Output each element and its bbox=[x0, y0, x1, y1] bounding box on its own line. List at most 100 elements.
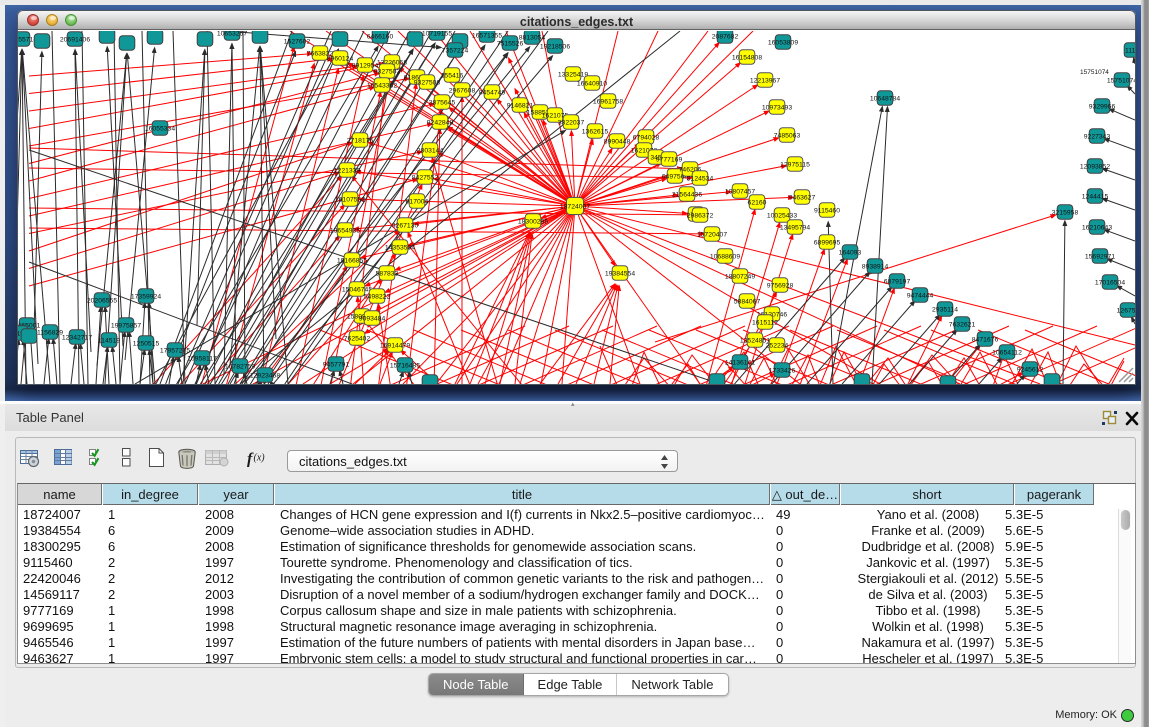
svg-text:5884067: 5884067 bbox=[734, 298, 761, 305]
svg-text:19384554: 19384554 bbox=[605, 270, 635, 277]
svg-text:17359924: 17359924 bbox=[131, 293, 161, 300]
svg-text:19218506: 19218506 bbox=[540, 43, 570, 50]
svg-text:8427552: 8427552 bbox=[412, 174, 439, 181]
svg-text:12975115: 12975115 bbox=[780, 161, 810, 168]
svg-text:8990448: 8990448 bbox=[604, 138, 631, 145]
svg-text:10807457: 10807457 bbox=[725, 188, 755, 195]
svg-text:18300295: 18300295 bbox=[518, 218, 548, 225]
svg-text:18807249: 18807249 bbox=[725, 273, 755, 280]
svg-text:1362615: 1362615 bbox=[582, 128, 609, 135]
svg-text:12213967: 12213967 bbox=[750, 77, 780, 84]
svg-text:16053809: 16053809 bbox=[768, 39, 798, 46]
svg-text:15716485: 15716485 bbox=[390, 362, 420, 369]
svg-text:155416: 155416 bbox=[441, 72, 464, 79]
svg-text:2087682: 2087682 bbox=[712, 33, 739, 40]
svg-text:9463627: 9463627 bbox=[789, 194, 816, 201]
svg-text:16154808: 16154808 bbox=[732, 54, 762, 61]
svg-text:16210643: 16210643 bbox=[1082, 224, 1112, 231]
svg-text:3267130: 3267130 bbox=[392, 222, 419, 229]
svg-text:9329966: 9329966 bbox=[1089, 103, 1116, 110]
svg-text:15720407: 15720407 bbox=[697, 231, 727, 238]
svg-text:9327503: 9327503 bbox=[374, 68, 401, 75]
svg-text:5498222: 5498222 bbox=[364, 293, 391, 300]
svg-text:16914479: 16914479 bbox=[380, 342, 410, 349]
svg-text:3822037: 3822037 bbox=[558, 119, 585, 126]
svg-text:19975857: 19975857 bbox=[111, 322, 141, 329]
svg-text:3124534: 3124534 bbox=[687, 175, 714, 182]
svg-text:8960124: 8960124 bbox=[327, 55, 354, 62]
svg-text:9245612: 9245612 bbox=[1017, 366, 1044, 373]
svg-text:20691406: 20691406 bbox=[60, 36, 90, 43]
svg-text:10973493: 10973493 bbox=[762, 104, 792, 111]
svg-text:6899695: 6899695 bbox=[814, 239, 841, 246]
svg-text:16107552: 16107552 bbox=[335, 196, 365, 203]
svg-text:2935114: 2935114 bbox=[932, 306, 958, 313]
svg-text:14353594: 14353594 bbox=[385, 244, 415, 251]
svg-text:10648784: 10648784 bbox=[870, 95, 900, 102]
svg-text:19166855: 19166855 bbox=[337, 257, 367, 264]
svg-text:10958117: 10958117 bbox=[187, 355, 217, 362]
svg-text:2718176: 2718176 bbox=[347, 137, 374, 144]
svg-text:12923468: 12923468 bbox=[250, 372, 280, 379]
svg-text:7625402: 7625402 bbox=[344, 335, 371, 342]
svg-text:12093852: 12093852 bbox=[1080, 163, 1110, 170]
svg-text:16055334: 16055334 bbox=[145, 125, 175, 132]
svg-text:6794028: 6794028 bbox=[633, 134, 660, 141]
svg-text:15751074: 15751074 bbox=[1107, 77, 1135, 84]
svg-text:252234: 252234 bbox=[766, 342, 789, 349]
svg-text:20206555: 20206555 bbox=[87, 297, 117, 304]
svg-text:1615112: 1615112 bbox=[752, 319, 778, 326]
svg-text:9227343: 9227343 bbox=[1084, 133, 1111, 140]
svg-text:17016504: 17016504 bbox=[1095, 279, 1125, 286]
svg-text:8454749: 8454749 bbox=[479, 89, 506, 96]
svg-text:9242848: 9242848 bbox=[427, 119, 454, 126]
svg-text:16961758: 16961758 bbox=[593, 98, 623, 105]
svg-text:9146821: 9146821 bbox=[507, 102, 534, 109]
svg-text:126753: 126753 bbox=[1117, 307, 1135, 314]
svg-text:7515526: 7515526 bbox=[497, 40, 524, 47]
svg-text:13495794: 13495794 bbox=[780, 224, 810, 231]
svg-text:1221339: 1221339 bbox=[334, 167, 361, 174]
svg-text:2967608: 2967608 bbox=[449, 87, 476, 94]
svg-text:15692971: 15692971 bbox=[1085, 253, 1115, 260]
svg-text:9777169: 9777169 bbox=[656, 156, 683, 163]
svg-text:21564436: 21564436 bbox=[672, 191, 702, 198]
svg-text:1527602: 1527602 bbox=[284, 38, 311, 45]
svg-text:9093484: 9093484 bbox=[359, 315, 386, 322]
svg-text:16782759: 16782759 bbox=[225, 363, 255, 370]
svg-text:16571355: 16571355 bbox=[472, 32, 502, 39]
svg-text:6466160: 6466160 bbox=[367, 33, 394, 40]
svg-text:14136141: 14136141 bbox=[725, 359, 755, 366]
svg-text:1250515: 1250515 bbox=[133, 340, 160, 347]
svg-text:1112: 1112 bbox=[1125, 47, 1135, 54]
svg-text:16543362: 16543362 bbox=[367, 82, 397, 89]
svg-text:10654112: 10654112 bbox=[992, 349, 1022, 356]
svg-text:9115460: 9115460 bbox=[814, 207, 840, 214]
svg-text:10719155: 10719155 bbox=[422, 31, 452, 37]
svg-text:10688609: 10688609 bbox=[710, 253, 740, 260]
svg-text:13325419: 13325419 bbox=[558, 71, 588, 78]
svg-text:3875645: 3875645 bbox=[429, 99, 456, 106]
svg-text:1733426: 1733426 bbox=[769, 367, 796, 374]
svg-text:12342717: 12342717 bbox=[62, 334, 92, 341]
svg-text:1244415: 1244415 bbox=[1082, 193, 1109, 200]
svg-text:8813054: 8813054 bbox=[519, 34, 546, 41]
svg-text:587833: 587833 bbox=[376, 270, 399, 277]
svg-text:9756928: 9756928 bbox=[767, 282, 794, 289]
svg-text:17957275: 17957275 bbox=[160, 347, 190, 354]
svg-text:8471676: 8471676 bbox=[972, 336, 999, 343]
svg-text:10653267: 10653267 bbox=[217, 31, 247, 37]
svg-text:7357224: 7357224 bbox=[442, 47, 469, 54]
svg-text:9457791: 9457791 bbox=[323, 361, 350, 368]
svg-text:1156829: 1156829 bbox=[37, 329, 63, 336]
svg-text:62160: 62160 bbox=[748, 199, 767, 206]
svg-text:9327508: 9327508 bbox=[414, 79, 441, 86]
svg-text:16640910: 16640910 bbox=[577, 80, 607, 87]
svg-text:19654935: 19654935 bbox=[330, 227, 360, 234]
svg-text:817004: 817004 bbox=[406, 198, 429, 205]
svg-text:7632621: 7632621 bbox=[949, 321, 976, 328]
svg-text:9474444: 9474444 bbox=[907, 292, 934, 299]
svg-text:2986372: 2986372 bbox=[687, 212, 714, 219]
svg-text:7485063: 7485063 bbox=[774, 132, 801, 139]
svg-text:18724007: 18724007 bbox=[560, 203, 590, 210]
